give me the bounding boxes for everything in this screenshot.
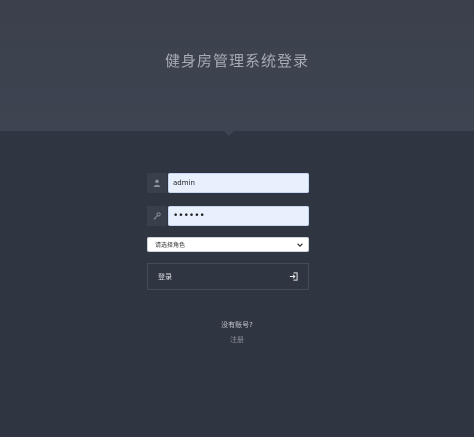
chevron-down-icon [297,243,303,248]
login-button-label: 登录 [158,273,172,281]
register-link[interactable]: 注册 [0,335,474,345]
username-field [147,173,309,193]
page-title: 健身房管理系统登录 [164,52,309,70]
role-select-value: 请选择角色 [155,242,186,249]
login-page: 健身房管理系统登录 请选择角色 登录 [0,0,474,437]
password-input[interactable] [168,206,309,226]
header-banner: 健身房管理系统登录 [0,0,474,131]
login-button[interactable]: 登录 [147,263,309,290]
password-field [147,206,309,226]
no-account-text: 没有账号? [221,321,253,329]
header-pointer [224,131,234,136]
key-icon [147,206,167,226]
user-icon [147,173,167,193]
sign-in-icon [289,272,298,281]
role-select[interactable]: 请选择角色 [147,237,309,252]
username-input[interactable] [168,173,309,193]
